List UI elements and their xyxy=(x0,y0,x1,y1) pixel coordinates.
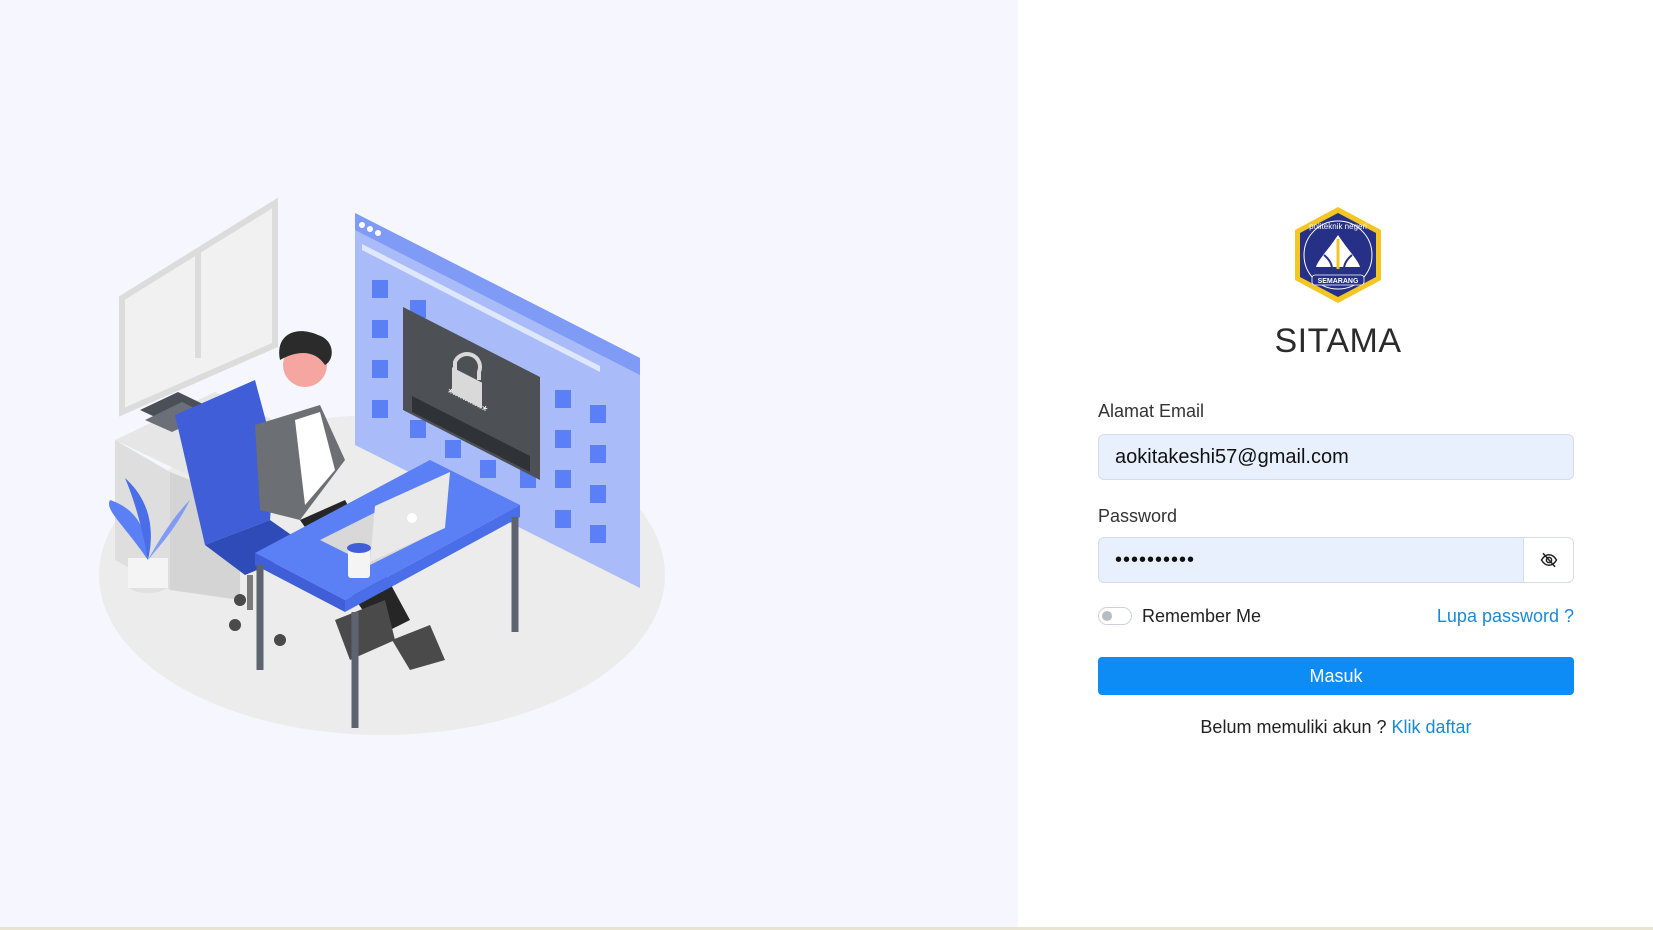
eye-slash-icon xyxy=(1540,552,1557,568)
remember-me-toggle[interactable] xyxy=(1098,607,1132,625)
remember-me-label: Remember Me xyxy=(1142,606,1262,626)
toggle-password-visibility-button[interactable] xyxy=(1524,537,1574,583)
login-button[interactable]: Masuk xyxy=(1098,657,1574,695)
register-prompt-text: Belum memuliki akun ? xyxy=(1200,717,1387,737)
login-illustration: ******** xyxy=(99,197,665,735)
password-label: Password xyxy=(1098,506,1178,526)
illustration-panel: ******** xyxy=(0,0,1018,927)
password-input[interactable] xyxy=(1099,538,1523,582)
forgot-password-link[interactable]: Lupa password ? xyxy=(1437,606,1574,627)
email-input[interactable] xyxy=(1099,435,1573,479)
app-title: SITAMA xyxy=(1274,322,1402,360)
register-link[interactable]: Klik daftar xyxy=(1392,717,1472,737)
password-field-wrapper xyxy=(1098,537,1524,583)
logo-top-text: politeknik negeri xyxy=(1309,222,1367,231)
register-prompt: Belum memuliki akun ? Klik daftar xyxy=(1098,717,1574,738)
email-label: Alamat Email xyxy=(1098,401,1205,421)
polines-logo: politeknik negeri SEMARANG xyxy=(1295,207,1381,303)
toggle-knob xyxy=(1102,611,1112,621)
logo-bottom-text: SEMARANG xyxy=(1318,278,1359,285)
email-field-wrapper xyxy=(1098,434,1574,480)
